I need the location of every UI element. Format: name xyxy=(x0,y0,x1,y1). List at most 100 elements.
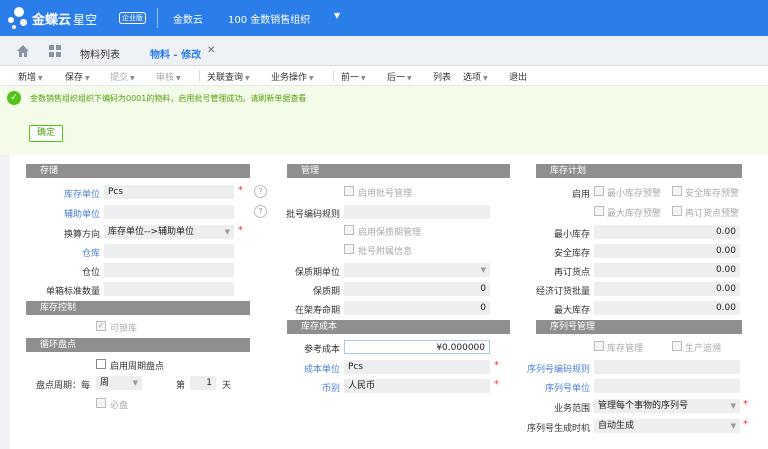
stock-unit-label: 库存单位 xyxy=(63,190,100,200)
cost-unit-field[interactable]: Pcs xyxy=(344,360,490,374)
location-field[interactable] xyxy=(104,263,234,277)
serial-stock-label: 库存管理 xyxy=(607,344,644,354)
exit-button[interactable]: 退出 xyxy=(509,70,527,83)
min-stock-field[interactable]: 0.00 xyxy=(594,225,740,239)
business-ops-button[interactable]: 业务操作 ▼ xyxy=(271,70,314,83)
reorder-point-label: 再订货点 xyxy=(553,268,590,278)
min-warn-checkbox[interactable] xyxy=(594,186,604,196)
safe-warn-checkbox[interactable] xyxy=(672,186,682,196)
safe-stock-field[interactable]: 0.00 xyxy=(594,244,740,258)
home-icon[interactable] xyxy=(16,44,30,58)
notice-actions xyxy=(0,110,768,155)
audit-button[interactable]: 审核 ▼ xyxy=(156,70,181,83)
success-notice: ✓ 金数销售组织组织下编码为0001的物料，启用批号管理成功。请刷新单据查看 xyxy=(0,86,768,110)
reorder-point-field[interactable]: 0.00 xyxy=(594,263,740,277)
tab-bar: 物料列表 物料 - 修改 ✕ xyxy=(0,36,768,68)
warehouse-field[interactable] xyxy=(104,244,234,258)
ref-cost-input[interactable]: ¥0.000000 xyxy=(344,340,490,354)
cost-unit-label: 成本单位 xyxy=(303,365,340,375)
box-qty-label: 单箱标准数量 xyxy=(45,287,100,297)
required-mark: * xyxy=(238,225,243,236)
batch-attach-label: 批号附属信息 xyxy=(358,247,413,257)
business-scope-label: 业务范围 xyxy=(553,404,590,414)
must-count-label: 必盘 xyxy=(110,401,129,411)
help-icon[interactable]: ? xyxy=(254,205,267,218)
batch-attach-checkbox[interactable] xyxy=(344,244,354,254)
new-button[interactable]: 新增 ▼ xyxy=(18,70,43,83)
batch-rule-field[interactable] xyxy=(344,205,490,219)
cycle-count-label: 启用周期盘点 xyxy=(110,362,165,372)
help-icon[interactable]: ? xyxy=(254,185,267,198)
warehouse-label: 仓库 xyxy=(81,249,100,259)
section-storage: 存储 xyxy=(26,164,250,178)
check-circle-icon: ✓ xyxy=(7,91,21,105)
serial-stock-checkbox[interactable] xyxy=(594,341,604,351)
lockable-label: 可锁库 xyxy=(110,324,138,334)
max-warn-checkbox[interactable] xyxy=(594,206,604,216)
tab-material-edit[interactable]: 物料 - 修改 xyxy=(150,46,202,68)
toolbar: 新增 ▼ 保存 ▼ 提交 ▼ 审核 ▼ 关联查询 ▼ 业务操作 ▼ 前一 ▼ 后一 ▼ 列表 选… xyxy=(0,66,768,86)
max-stock-field[interactable]: 0.00 xyxy=(594,301,740,315)
eoq-field[interactable]: 0.00 xyxy=(594,282,740,296)
serial-rule-field[interactable] xyxy=(594,360,740,374)
confirm-button[interactable]: 确定 xyxy=(29,125,63,142)
close-icon[interactable]: ✕ xyxy=(207,45,215,56)
shelf-remain-field[interactable]: 0 xyxy=(344,301,490,315)
top-bar: 金蝶云 星空 企业版 金数云 100 金数销售组织 ▼ xyxy=(0,0,768,36)
must-count-checkbox[interactable] xyxy=(96,398,106,408)
stock-unit-field[interactable]: Pcs xyxy=(104,185,234,199)
related-query-button[interactable]: 关联查询 ▼ xyxy=(207,70,250,83)
location-label: 仓位 xyxy=(81,268,100,278)
nth-field[interactable]: 1 xyxy=(190,376,216,390)
material-form: 存储 库存单位 Pcs * ? 辅助单位 ? 换算方向 库存单位-->辅助单位 ▼… xyxy=(10,155,768,449)
nth-label: 第 xyxy=(176,381,186,391)
submit-button[interactable]: 提交 ▼ xyxy=(110,70,135,83)
business-scope-select[interactable]: 管理每个事物的序列号 ▼ xyxy=(594,399,740,413)
required-mark: * xyxy=(494,379,499,390)
currency-field[interactable]: 人民币 xyxy=(344,379,490,393)
chevron-down-icon[interactable]: ▼ xyxy=(334,11,340,20)
box-qty-field[interactable] xyxy=(104,282,234,296)
shelf-life-field[interactable]: 0 xyxy=(344,282,490,296)
batch-enable-checkbox[interactable] xyxy=(344,186,354,196)
chevron-down-icon: ▼ xyxy=(730,402,736,410)
day-label: 天 xyxy=(222,381,232,391)
list-button[interactable]: 列表 xyxy=(433,70,451,83)
ref-cost-label: 参考成本 xyxy=(303,345,340,355)
batch-enable-label: 启用批号管理 xyxy=(358,189,413,199)
conversion-direction-select[interactable]: 库存单位-->辅助单位 ▼ xyxy=(104,225,234,239)
next-button[interactable]: 后一 ▼ xyxy=(387,70,412,83)
chevron-down-icon: ▼ xyxy=(480,266,486,274)
cycle-count-checkbox[interactable] xyxy=(96,359,106,369)
serial-gen-select[interactable]: 自动生成 ▼ xyxy=(594,419,740,433)
min-warn-label: 最小库存预警 xyxy=(607,189,662,199)
aux-unit-field[interactable] xyxy=(104,205,234,219)
serial-rule-label: 序列号编码规则 xyxy=(526,365,590,375)
tab-material-list[interactable]: 物料列表 xyxy=(80,46,120,61)
shelf-unit-select[interactable]: ▼ xyxy=(344,263,490,277)
header-divider xyxy=(157,8,158,28)
shelf-life-label: 启用保质期管理 xyxy=(358,228,422,238)
save-button[interactable]: 保存 ▼ xyxy=(65,70,90,83)
section-stock-control: 库存控制 xyxy=(26,301,250,315)
section-serial: 序列号管理 xyxy=(536,320,742,334)
options-button[interactable]: 选项 ▼ xyxy=(463,70,488,83)
toolbar-divider xyxy=(333,70,334,82)
toolbar-divider xyxy=(199,70,200,82)
previous-button[interactable]: 前一 ▼ xyxy=(341,70,366,83)
serial-unit-field[interactable] xyxy=(594,379,740,393)
shelf-life-checkbox[interactable] xyxy=(344,225,354,235)
reorder-warn-checkbox[interactable] xyxy=(672,206,682,216)
edition-badge: 企业版 xyxy=(119,12,146,24)
data-center-name[interactable]: 金数云 xyxy=(173,11,203,26)
safe-warn-label: 安全库存预警 xyxy=(685,189,740,199)
chevron-down-icon: ▼ xyxy=(730,422,736,430)
max-warn-label: 最大库存预警 xyxy=(607,209,662,219)
apps-grid-icon[interactable] xyxy=(49,45,61,57)
lockable-checkbox[interactable]: ✓ xyxy=(96,321,106,331)
section-management: 管理 xyxy=(287,164,510,178)
max-stock-label: 最大库存 xyxy=(553,306,590,316)
count-period-select[interactable]: 周 ▼ xyxy=(96,376,142,390)
serial-trace-checkbox[interactable] xyxy=(672,341,682,351)
org-selector[interactable]: 100 金数销售组织 xyxy=(228,11,310,26)
